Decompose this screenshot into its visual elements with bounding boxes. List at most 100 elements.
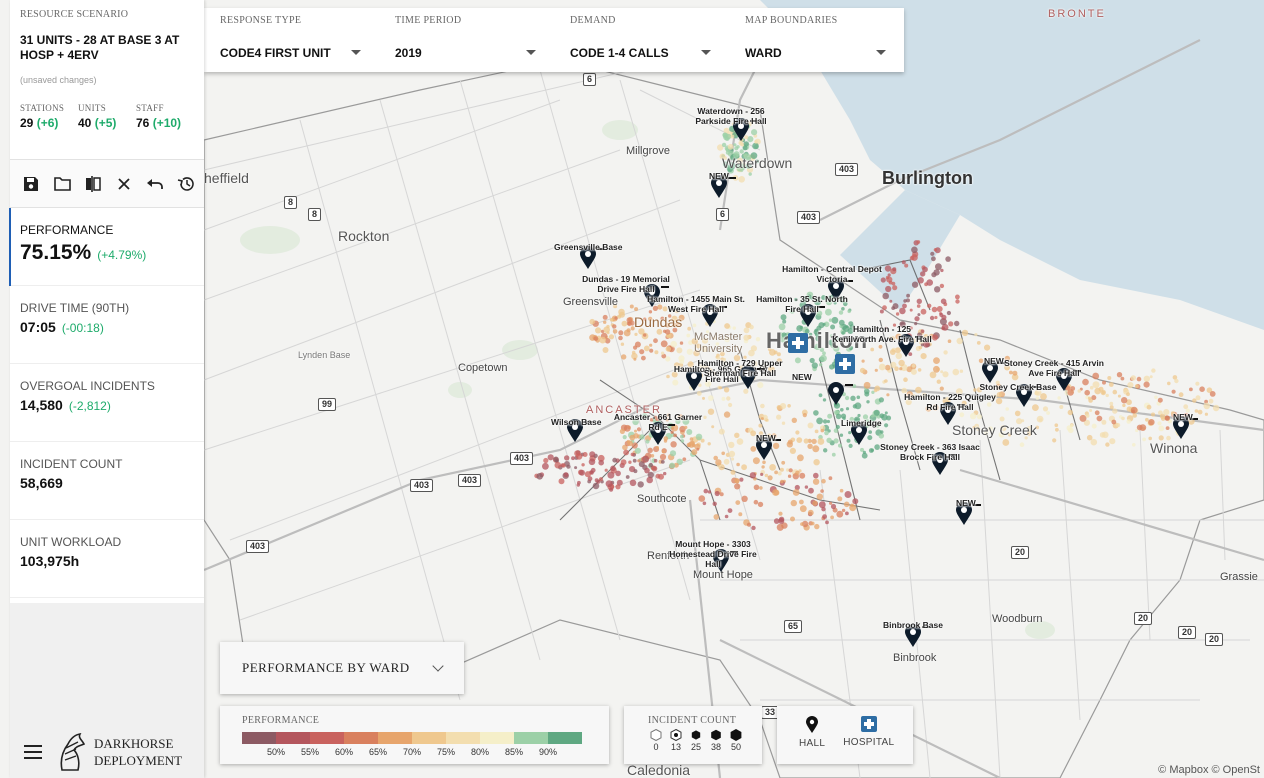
legend-title: PERFORMANCE [242,715,320,726]
metric-value: 58,669 [20,475,63,491]
filter-value: CODE 1-4 CALLS [570,46,669,60]
place-label: Greensville [563,296,619,308]
scenario-status: (unsaved changes) [20,75,97,85]
undo-icon[interactable] [146,175,164,193]
station-label: NEW [709,171,729,181]
metric-value: 07:05 [20,319,56,335]
metric-label: INCIDENT COUNT [20,457,123,471]
metric-value: 75.15% [20,241,92,264]
legend-hospital: HOSPITAL [843,716,894,764]
station-label: Stoney Creek - 415 Arvin Ave Fire Hall [1004,358,1104,378]
close-icon[interactable] [115,175,133,193]
station-label: Waterdown - 256 Parkside Fire Hall [695,106,767,126]
map-boundaries-select[interactable]: MAP BOUNDARIES WARD [729,8,904,72]
highway-shield: 403 [246,540,270,553]
station-label: Limeridge [841,418,882,428]
performance-color-ramp [242,732,587,744]
station-label: NEW [956,498,976,508]
stat-label: UNITS [78,103,106,113]
highway-shield: 403 [410,479,434,492]
legend-tick: 80% [470,747,490,757]
filter-label: DEMAND [570,15,616,26]
legend-swatch [480,732,514,744]
legend-swatch [242,732,276,744]
legend-swatch [514,732,548,744]
performance-by-ward-dropdown[interactable]: PERFORMANCE BY WARD [220,642,464,694]
legend-swatch [412,732,446,744]
station-label: Dundas - 19 Memorial Drive Fire Hall [582,274,670,294]
legend-hall: HALL [799,716,825,764]
metric-overgoal-incidents[interactable]: OVERGOAL INCIDENTS 14,580 (-2,812) [10,364,204,442]
metric-performance[interactable]: PERFORMANCE 75.15% (+4.79%) [9,208,204,286]
legend-tick: 90% [538,747,558,757]
highway-shield: 20 [1178,626,1197,639]
save-icon[interactable] [22,175,40,193]
legend-swatch [548,732,582,744]
highway-shield: 403 [797,211,821,224]
place-label: heffield [204,170,249,186]
station-label: Hamilton - 35 St. North Fire Hall [756,294,848,314]
metric-delta: (-00:18) [61,321,104,335]
stat-delta: (+5) [94,116,117,130]
brand: DARKHORSE DEPLOYMENT [24,732,182,772]
metric-drive-time[interactable]: DRIVE TIME (90TH) 07:05 (-00:18) [10,286,204,364]
station-label: Binbrook Base [883,620,943,630]
metric-value: 14,580 [20,397,63,413]
menu-icon[interactable] [24,745,42,759]
station-label: Hamilton - 729 Upper Sherman Fire Hall [697,358,783,378]
station-label: Greensville Base [554,242,623,252]
place-label: Waterdown [722,155,793,171]
metric-incident-count[interactable]: INCIDENT COUNT 58,669 [10,442,204,520]
place-label: Copetown [458,362,508,374]
metric-value: 103,975h [20,553,80,569]
place-label: Stoney Creek [952,422,1037,438]
highway-shield: 403 [835,163,859,176]
filter-value: 2019 [395,46,422,60]
hospital-icon[interactable] [788,333,808,353]
place-label: Southcote [637,493,687,505]
incident-count-step: 25 [688,729,704,752]
dropdown-caret-icon [876,50,886,55]
stat-value: 29 [20,116,34,130]
highway-shield: 403 [458,474,482,487]
filter-label: TIME PERIOD [395,15,462,26]
place-label: Woodburn [992,613,1043,625]
metric-label: PERFORMANCE [20,223,114,237]
hospital-icon [860,716,877,732]
legend-swatch [344,732,378,744]
place-label: Dundas [634,314,683,330]
scenario-label: RESOURCE SCENARIO [20,9,129,20]
response-type-select[interactable]: RESPONSE TYPE CODE4 FIRST UNIT [204,8,379,72]
compare-icon[interactable] [84,175,102,193]
folder-open-icon[interactable] [53,175,71,193]
station-marker[interactable] [825,378,853,408]
hospital-icon[interactable] [835,354,855,374]
legend-swatch [446,732,480,744]
highway-shield: 8 [284,196,298,209]
time-period-select[interactable]: TIME PERIOD 2019 [379,8,554,72]
filter-bar: RESPONSE TYPE CODE4 FIRST UNIT TIME PERI… [204,8,904,72]
incident-count-scale: 0 13 25 38 50 [648,729,762,752]
station-label: Wilson Base [551,417,602,427]
highway-shield: 65 [784,620,803,633]
station-label: Mount Hope - 3303 Homestead Drive Fire H… [669,539,757,569]
legend-tick: 85% [504,747,524,757]
dropdown-caret-icon [526,50,536,55]
brand-line1: DARKHORSE [94,736,174,751]
station-label: Stoney Creek - 363 Isaac Brock Fire Hall [880,442,980,462]
metric-delta: (-2,812) [68,399,111,413]
scenario-panel[interactable]: RESOURCE SCENARIO 31 UNITS - 28 AT BASE … [10,0,204,160]
station-label: Hamilton - 225 Quigley Rd Fire Hall [904,392,996,412]
stat-units: UNITS 40 (+5) [78,103,136,130]
filter-value: CODE4 FIRST UNIT [220,46,331,60]
station-label: Hamilton - Central Depot Victoria [782,264,882,284]
history-icon[interactable] [177,175,195,193]
horse-logo-icon [60,732,86,771]
legend-swatch [276,732,310,744]
demand-select[interactable]: DEMAND CODE 1-4 CALLS [554,8,729,72]
station-label: NEW [984,356,1004,366]
metric-unit-workload[interactable]: UNIT WORKLOAD 103,975h [10,520,204,598]
station-label: Hamilton - 1455 Main St. West Fire Hall [647,294,745,314]
scenario-name: 31 UNITS - 28 AT BASE 3 AT HOSP + 4ERV [20,33,180,62]
map-attribution[interactable]: © Mapbox © OpenSt [1158,764,1260,776]
